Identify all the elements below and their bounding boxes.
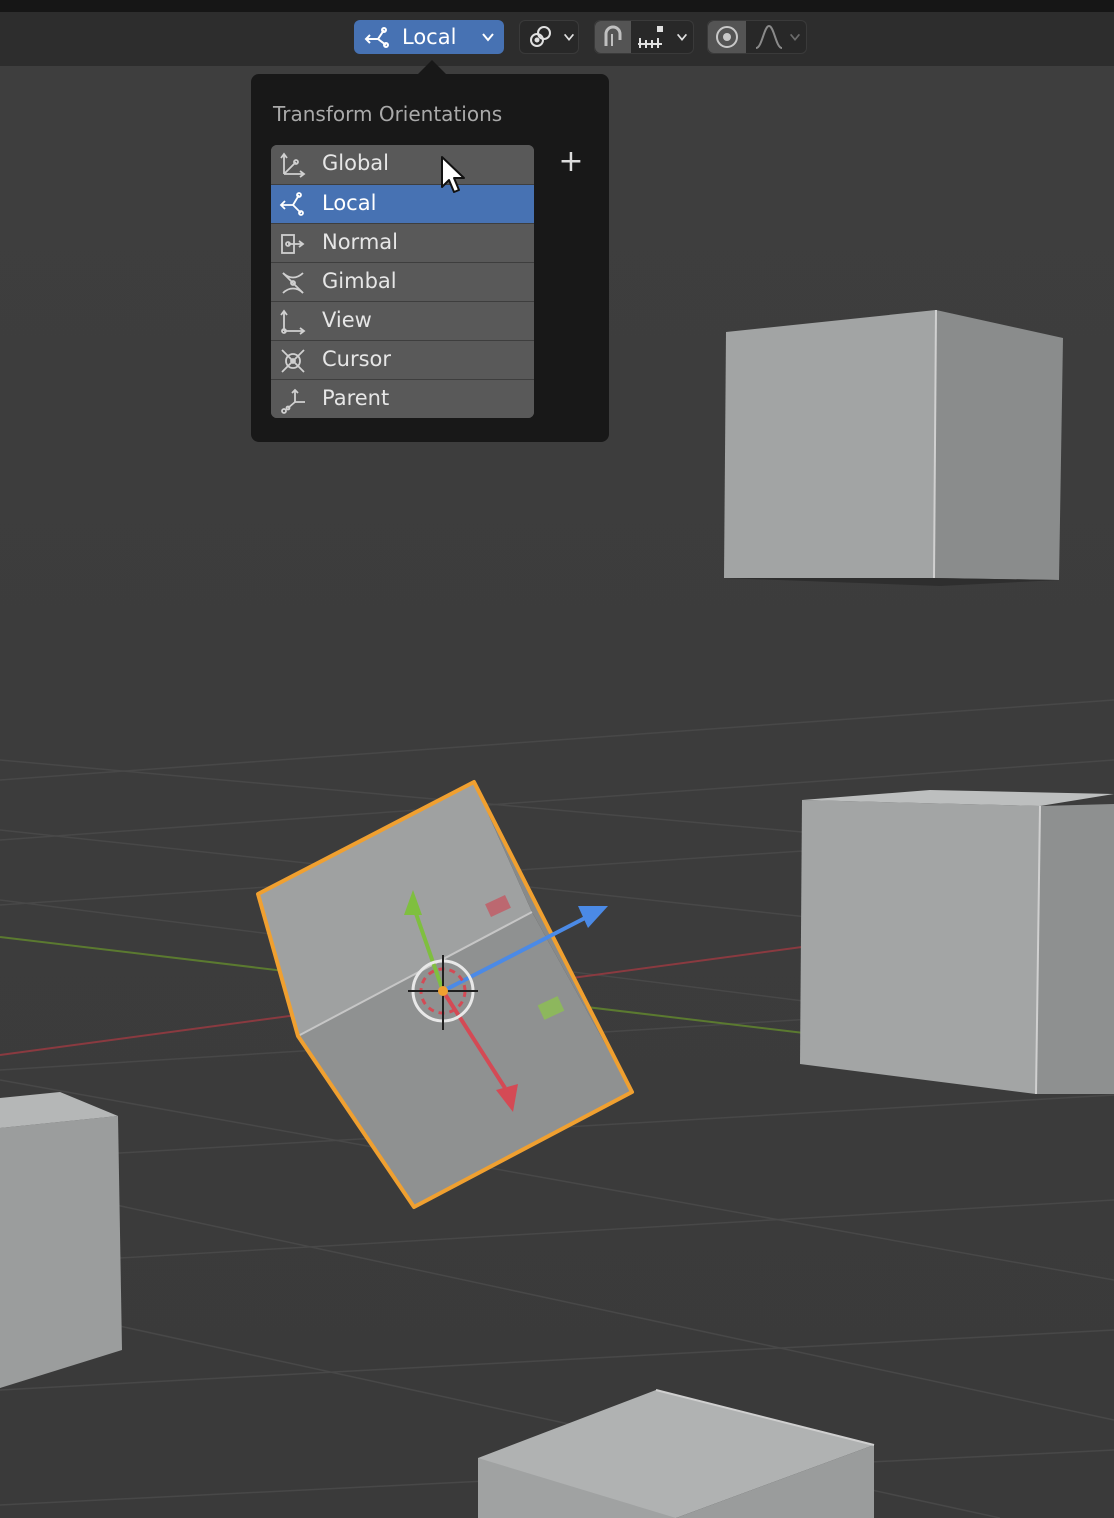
proportional-editing-controls[interactable] (707, 20, 807, 54)
chevron-down-icon (676, 33, 688, 41)
orientation-item-label: Cursor (322, 347, 392, 371)
orientation-item-label: Parent (322, 386, 390, 410)
popup-pointer (418, 60, 446, 74)
chevron-down-icon (789, 33, 801, 41)
chevron-down-icon (482, 33, 494, 42)
falloff-curve-icon (755, 24, 783, 49)
cursor-orientation-icon (281, 349, 305, 373)
parent-orientation-icon (281, 388, 305, 414)
proportional-editing-icon (716, 26, 738, 48)
popup-title: Transform Orientations (273, 102, 503, 126)
gimbal-orientation-icon (282, 272, 304, 294)
orientation-item-normal[interactable]: Normal (271, 223, 534, 262)
orientation-item-global[interactable]: Global (271, 145, 534, 184)
view-orientation-icon (280, 309, 306, 335)
pivot-point-icon (530, 26, 551, 47)
snap-controls[interactable] (594, 20, 694, 54)
pivot-point-dropdown[interactable] (519, 20, 579, 54)
orientation-item-gimbal[interactable]: Gimbal (271, 262, 534, 301)
orientation-item-parent[interactable]: Parent (271, 379, 534, 418)
chevron-down-icon (563, 33, 575, 41)
add-orientation-button[interactable]: + (557, 147, 585, 177)
magnet-icon (604, 25, 622, 46)
local-orientation-icon (279, 192, 304, 216)
orientation-item-cursor[interactable]: Cursor (271, 340, 534, 379)
normal-orientation-icon (281, 234, 305, 254)
cube-left[interactable] (0, 1092, 122, 1388)
orientation-item-label: View (322, 308, 372, 332)
transform-orientations-popup: Transform Orientations + Global Local No… (251, 60, 609, 442)
orientation-item-label: Global (322, 151, 389, 175)
snap-increment-icon (638, 26, 663, 48)
orientation-item-view[interactable]: View (271, 301, 534, 340)
cube-top-right[interactable] (724, 309, 1063, 586)
transform-orientation-dropdown[interactable]: Local (354, 20, 504, 54)
orientation-item-label: Normal (322, 230, 398, 254)
global-orientation-icon (280, 152, 306, 178)
orientation-list: Global Local Normal Gimbal View Cursor P… (271, 145, 534, 418)
orientation-item-local[interactable]: Local (271, 184, 534, 223)
cube-right[interactable] (800, 790, 1114, 1095)
top-bar (0, 0, 1114, 12)
transform-orientation-label: Local (402, 25, 457, 49)
orientation-item-label: Gimbal (322, 269, 397, 293)
orientation-item-label: Local (322, 191, 377, 215)
mouse-pointer-icon (441, 156, 465, 193)
local-orientation-icon (364, 27, 389, 48)
